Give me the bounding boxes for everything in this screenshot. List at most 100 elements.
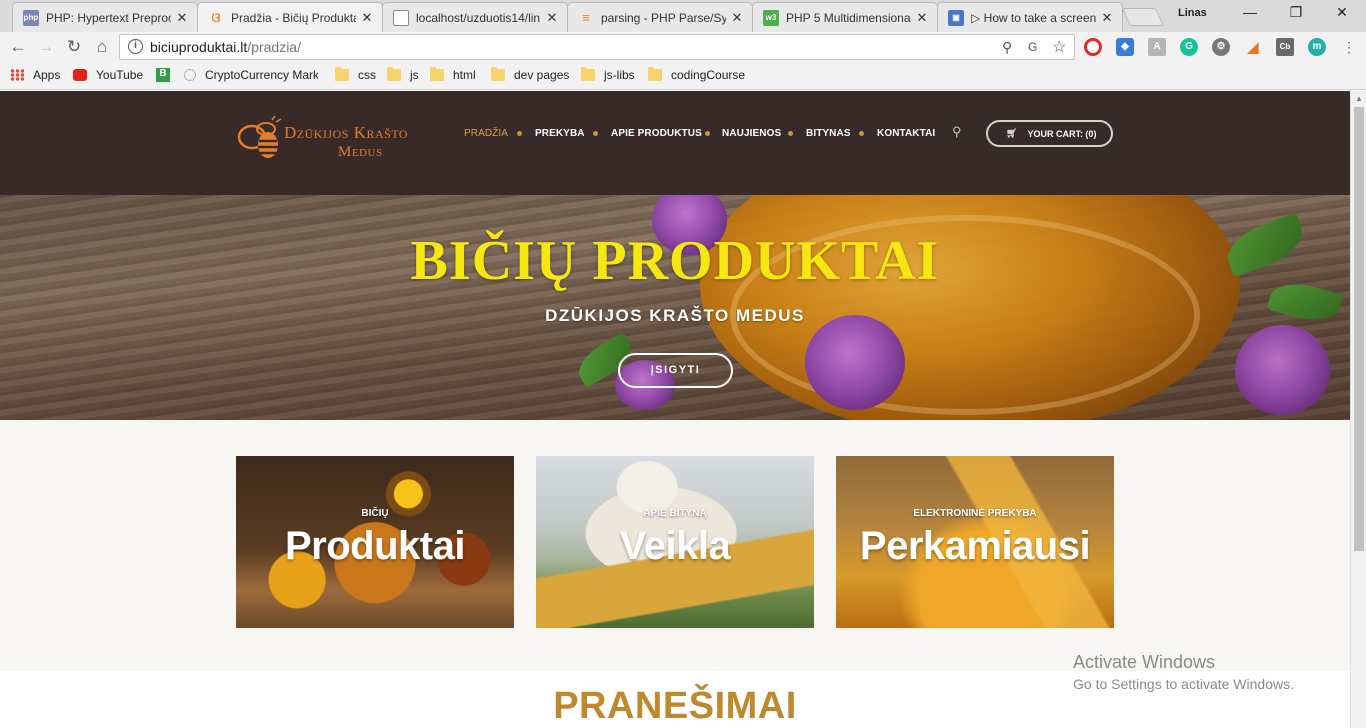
tab-title: ▷ How to take a screen [971, 10, 1096, 25]
bookmark-html[interactable]: html [430, 67, 476, 82]
address-bar[interactable]: i biciuproduktai.lt/pradzia/ ⚲ G ☆ [119, 34, 1075, 60]
home-icon[interactable]: ⌂ [91, 37, 113, 57]
nav-prekyba[interactable]: PREKYBA [535, 128, 585, 139]
grammarly-icon[interactable]: G [1180, 38, 1198, 56]
folder-icon [335, 67, 349, 81]
extension-blue-icon[interactable]: ◆ [1116, 38, 1134, 56]
stackoverflow-icon: ≡ [582, 10, 590, 25]
page-scrollbar[interactable]: ▲ [1350, 91, 1366, 728]
forward-icon[interactable]: → [35, 37, 57, 57]
nav-naujienos[interactable]: NAUJIENOS [722, 128, 781, 139]
card-subtitle: APIE BITYNĄ [643, 508, 707, 519]
bookmarks-bar: Apps YouTube B CryptoCurrency Mark css j… [0, 62, 1366, 90]
activate-windows-watermark: Activate Windows Go to Settings to activ… [1073, 652, 1294, 692]
close-icon[interactable]: ✕ [545, 10, 559, 26]
card-veikla[interactable]: APIE BITYNĄ Veikla [536, 456, 814, 628]
scrollbar-thumb[interactable] [1354, 107, 1364, 551]
site-header: Dzūkijos Krašto Medus PRADŽIA PREKYBA AP… [0, 91, 1350, 195]
bookmark-css[interactable]: css [335, 67, 376, 82]
logo-text-line1: Dzūkijos Krašto [284, 123, 409, 142]
apps-grid-icon [10, 69, 24, 81]
cart-button[interactable]: 🛒︎ YOUR CART: (0) [986, 120, 1113, 147]
url-text[interactable]: biciuproduktai.lt/pradzia/ [150, 39, 301, 55]
orange-extension-icon[interactable]: ◢ [1244, 38, 1262, 56]
tab-title: Pradžia - Bičių Produkta [231, 10, 356, 25]
nav-separator [517, 131, 522, 136]
page-viewport: Dzūkijos Krašto Medus PRADŽIA PREKYBA AP… [0, 91, 1350, 728]
zoom-search-icon[interactable]: ⚲ [1002, 39, 1012, 56]
site-logo[interactable]: Dzūkijos Krašto Medus [236, 115, 441, 167]
tab-title: PHP 5 Multidimensiona [786, 10, 911, 25]
w3schools-icon: w3 [763, 9, 779, 26]
folder-icon [430, 67, 444, 81]
opera-icon[interactable] [1084, 38, 1102, 56]
info-icon[interactable]: i [128, 39, 143, 54]
nav-apie-produktus[interactable]: APIE PRODUKTUS [611, 128, 702, 139]
folder-icon [581, 67, 595, 81]
card-perkamiausi[interactable]: ELEKTRONINĖ PREKYBA Perkamiausi [836, 456, 1114, 628]
screen-icon: ▣ [948, 9, 964, 26]
hero-subtitle: DZŪKIJOS KRAŠTO MEDUS [545, 306, 805, 325]
nav-kontaktai[interactable]: KONTAKTAI [877, 128, 935, 139]
watermark-line1: Activate Windows [1073, 652, 1216, 672]
bookmark-youtube[interactable]: YouTube [73, 68, 143, 82]
card-title: Veikla [619, 524, 731, 568]
tab-strip: php PHP: Hypertext Preproc ✕ ଓ Pradžia -… [0, 0, 1366, 32]
tab-screenshot[interactable]: ▣ ▷ How to take a screen ✕ [937, 2, 1123, 32]
bookmark-apps[interactable]: Apps [10, 68, 60, 82]
close-icon[interactable]: ✕ [1100, 10, 1114, 26]
card-subtitle: ELEKTRONINĖ PREKYBA [913, 508, 1037, 519]
bookmark-bitcoin[interactable]: B [156, 68, 179, 82]
minimize-icon[interactable]: — [1240, 4, 1260, 20]
card-produktai[interactable]: BIČIŲ Produktai [236, 456, 514, 628]
tab-w3schools[interactable]: w3 PHP 5 Multidimensiona ✕ [752, 2, 938, 32]
close-icon[interactable]: ✕ [915, 10, 929, 26]
php-icon: php [23, 9, 39, 26]
folder-icon [491, 67, 505, 81]
bookmark-js[interactable]: js [387, 67, 419, 82]
bookmark-codingcourse[interactable]: codingCourse [648, 67, 745, 82]
scroll-up-icon[interactable]: ▲ [1355, 94, 1363, 103]
bookmark-js-libs[interactable]: js-libs [581, 67, 635, 82]
m-extension-icon[interactable]: m [1308, 38, 1326, 56]
page-icon [393, 9, 409, 26]
close-window-icon[interactable]: ✕ [1332, 4, 1352, 21]
tab-stackoverflow[interactable]: ≡ parsing - PHP Parse/Syn ✕ [567, 2, 753, 32]
nav-bitynas[interactable]: BITYNAS [806, 128, 851, 139]
nav-pradzia[interactable]: PRADŽIA [464, 128, 508, 139]
card-subtitle: BIČIŲ [361, 508, 389, 519]
bitcoin-b-icon: B [156, 68, 170, 82]
logo-text-line2: Medus [338, 144, 383, 160]
restore-icon[interactable]: ❐ [1286, 4, 1306, 21]
tab-php-manual[interactable]: php PHP: Hypertext Preproc ✕ [12, 2, 198, 32]
bee-icon: ଓ [211, 9, 221, 25]
folder-icon [387, 67, 401, 81]
close-icon[interactable]: ✕ [175, 10, 189, 26]
close-icon[interactable]: ✕ [360, 10, 374, 26]
hero-banner: BIČIŲ PRODUKTAI DZŪKIJOS KRAŠTO MEDUS ĮS… [0, 195, 1350, 420]
youtube-icon [73, 69, 87, 81]
cb-extension-icon[interactable]: Cb [1276, 38, 1294, 56]
tab-localhost[interactable]: localhost/uzduotis14/lin ✕ [382, 2, 568, 32]
bookmark-crypto[interactable]: CryptoCurrency Mark [184, 68, 318, 82]
pdf-icon[interactable]: A [1148, 38, 1166, 56]
card-title: Perkamiausi [859, 524, 1091, 568]
settings-gear-icon[interactable]: ⚙ [1212, 38, 1230, 56]
buy-button[interactable]: ĮSIGYTI [618, 353, 733, 388]
bookmark-star-icon[interactable]: ☆ [1052, 37, 1066, 57]
back-icon[interactable]: ← [7, 37, 29, 57]
profile-name[interactable]: Linas [1178, 7, 1207, 19]
nav-separator [859, 131, 864, 136]
crypto-icon [184, 69, 196, 81]
search-icon[interactable]: ⚲ [952, 124, 962, 140]
card-title: Produktai [285, 524, 465, 568]
menu-kebab-icon[interactable]: ⋮ [1338, 37, 1360, 57]
tab-pradzia[interactable]: ଓ Pradžia - Bičių Produkta ✕ [197, 2, 383, 32]
new-tab-button[interactable] [1121, 8, 1165, 26]
tab-title: parsing - PHP Parse/Syn [601, 10, 726, 25]
bookmark-dev-pages[interactable]: dev pages [491, 67, 569, 82]
close-icon[interactable]: ✕ [730, 10, 744, 26]
folder-icon [648, 67, 662, 81]
reload-icon[interactable]: ↻ [63, 37, 85, 57]
translate-icon[interactable]: G [1028, 40, 1037, 54]
